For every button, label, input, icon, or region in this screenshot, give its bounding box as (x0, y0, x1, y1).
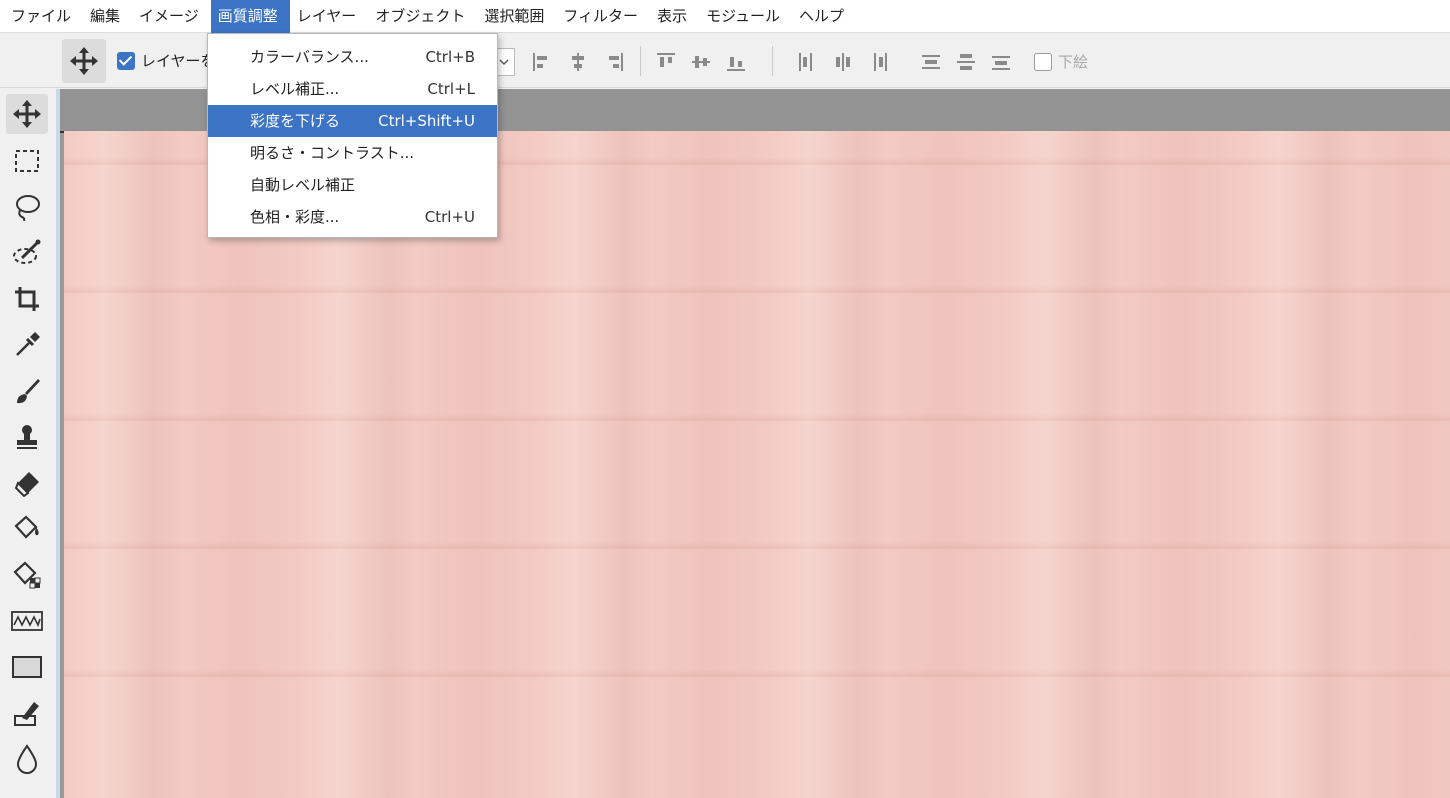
menu-item-shortcut: Ctrl+U (424, 208, 475, 226)
eraser-tool[interactable] (6, 463, 48, 503)
auto-select-option[interactable]: レイヤーを (117, 50, 216, 71)
lasso-icon (16, 195, 40, 221)
draw-below-option[interactable]: 下絵 (1034, 51, 1088, 72)
wave-brush-icon (11, 611, 43, 631)
magic-wand-icon (13, 239, 41, 264)
wave-brush-tool[interactable] (6, 601, 48, 641)
pen-tool[interactable] (6, 693, 48, 733)
distribute-top-icon[interactable] (920, 51, 942, 73)
menu-filter[interactable]: フィルター (556, 0, 650, 33)
stamp-tool[interactable] (6, 417, 48, 457)
align-right-icon[interactable] (603, 51, 625, 73)
fill-tool[interactable] (6, 509, 48, 549)
menu-item-label: 明るさ・コントラスト... (250, 144, 415, 162)
distribute-hcenter-icon[interactable] (832, 51, 854, 73)
menu-item-auto-levels[interactable]: 自動レベル補正 (208, 169, 497, 201)
align-bottom-icon[interactable] (725, 51, 747, 73)
menu-item-label: 彩度を下げる (250, 112, 341, 130)
menu-module[interactable]: モジュール (699, 0, 792, 33)
magic-selection-tool[interactable] (6, 233, 48, 273)
menu-item-shortcut: Ctrl+L (427, 80, 475, 98)
menu-item-desaturate[interactable]: 彩度を下げる Ctrl+Shift+U (208, 105, 497, 137)
brush-icon (17, 379, 40, 404)
lasso-tool[interactable] (6, 187, 48, 227)
crop-tool[interactable] (6, 279, 48, 319)
menu-item-shortcut: Ctrl+B (425, 48, 475, 66)
adjustments-dropdown-menu: カラーバランス... Ctrl+B レベル補正... Ctrl+L 彩度を下げる… (207, 33, 498, 238)
marquee-tool[interactable] (6, 141, 48, 181)
distribute-bottom-icon[interactable] (990, 51, 1012, 73)
auto-select-label: レイヤーを (141, 52, 216, 70)
menu-item-brightness-contrast[interactable]: 明るさ・コントラスト... (208, 137, 497, 169)
move-tool-option-button[interactable] (62, 39, 106, 83)
menu-select[interactable]: 選択範囲 (477, 0, 556, 33)
align-vcenter-icon[interactable] (690, 51, 712, 73)
auto-select-checkbox[interactable] (117, 51, 135, 70)
eyedropper-icon (16, 332, 40, 356)
align-top-icon[interactable] (655, 51, 677, 73)
menu-layer[interactable]: レイヤー (290, 0, 369, 33)
distribute-vcenter-icon[interactable] (955, 51, 977, 73)
shape-tool[interactable] (6, 647, 48, 687)
pattern-fill-icon (13, 561, 41, 589)
menu-view[interactable]: 表示 (650, 0, 699, 33)
align-hcenter-icon[interactable] (567, 51, 589, 73)
drop-tool[interactable] (6, 739, 48, 779)
menu-edit[interactable]: 編集 (83, 0, 132, 33)
menu-item-label: カラーバランス... (250, 48, 369, 66)
eyedropper-tool[interactable] (6, 325, 48, 365)
pen-icon (14, 702, 39, 726)
menu-item-label: 自動レベル補正 (250, 176, 356, 194)
pattern-fill-tool[interactable] (6, 555, 48, 595)
menu-item-label: レベル補正... (250, 80, 340, 98)
menu-item-levels[interactable]: レベル補正... Ctrl+L (208, 73, 497, 105)
menu-item-hue-saturation[interactable]: 色相・彩度... Ctrl+U (208, 201, 497, 233)
menu-image[interactable]: イメージ (132, 0, 211, 33)
draw-below-checkbox[interactable] (1034, 52, 1052, 71)
menu-adjustments[interactable]: 画質調整 (210, 0, 290, 33)
distribute-right-icon[interactable] (868, 51, 890, 73)
marquee-icon (15, 150, 39, 172)
fill-bucket-icon (14, 515, 39, 539)
water-drop-icon (16, 744, 38, 774)
rectangle-icon (12, 656, 42, 678)
chevron-down-icon (499, 59, 509, 65)
crop-icon (15, 287, 39, 311)
draw-below-label: 下絵 (1058, 53, 1089, 71)
tool-palette (0, 89, 56, 798)
toolbar-separator (772, 46, 773, 76)
distribute-left-icon[interactable] (796, 51, 818, 73)
toolbar-separator (640, 46, 641, 76)
menu-help[interactable]: ヘルプ (792, 0, 856, 33)
align-left-icon[interactable] (531, 51, 553, 73)
eraser-icon (14, 472, 39, 497)
menu-bar: ファイル 編集 イメージ 画質調整 レイヤー オブジェクト 選択範囲 フィルター… (0, 0, 1450, 33)
move-icon (13, 100, 41, 128)
brush-tool[interactable] (6, 371, 48, 411)
menu-item-label: 色相・彩度... (250, 208, 340, 226)
menu-object[interactable]: オブジェクト (368, 0, 477, 33)
stamp-icon (17, 425, 37, 449)
menu-item-shortcut: Ctrl+Shift+U (378, 112, 475, 130)
move-icon (70, 47, 98, 75)
menu-item-color-balance[interactable]: カラーバランス... Ctrl+B (208, 41, 497, 73)
menu-file[interactable]: ファイル (4, 0, 83, 33)
move-tool[interactable] (6, 94, 48, 134)
